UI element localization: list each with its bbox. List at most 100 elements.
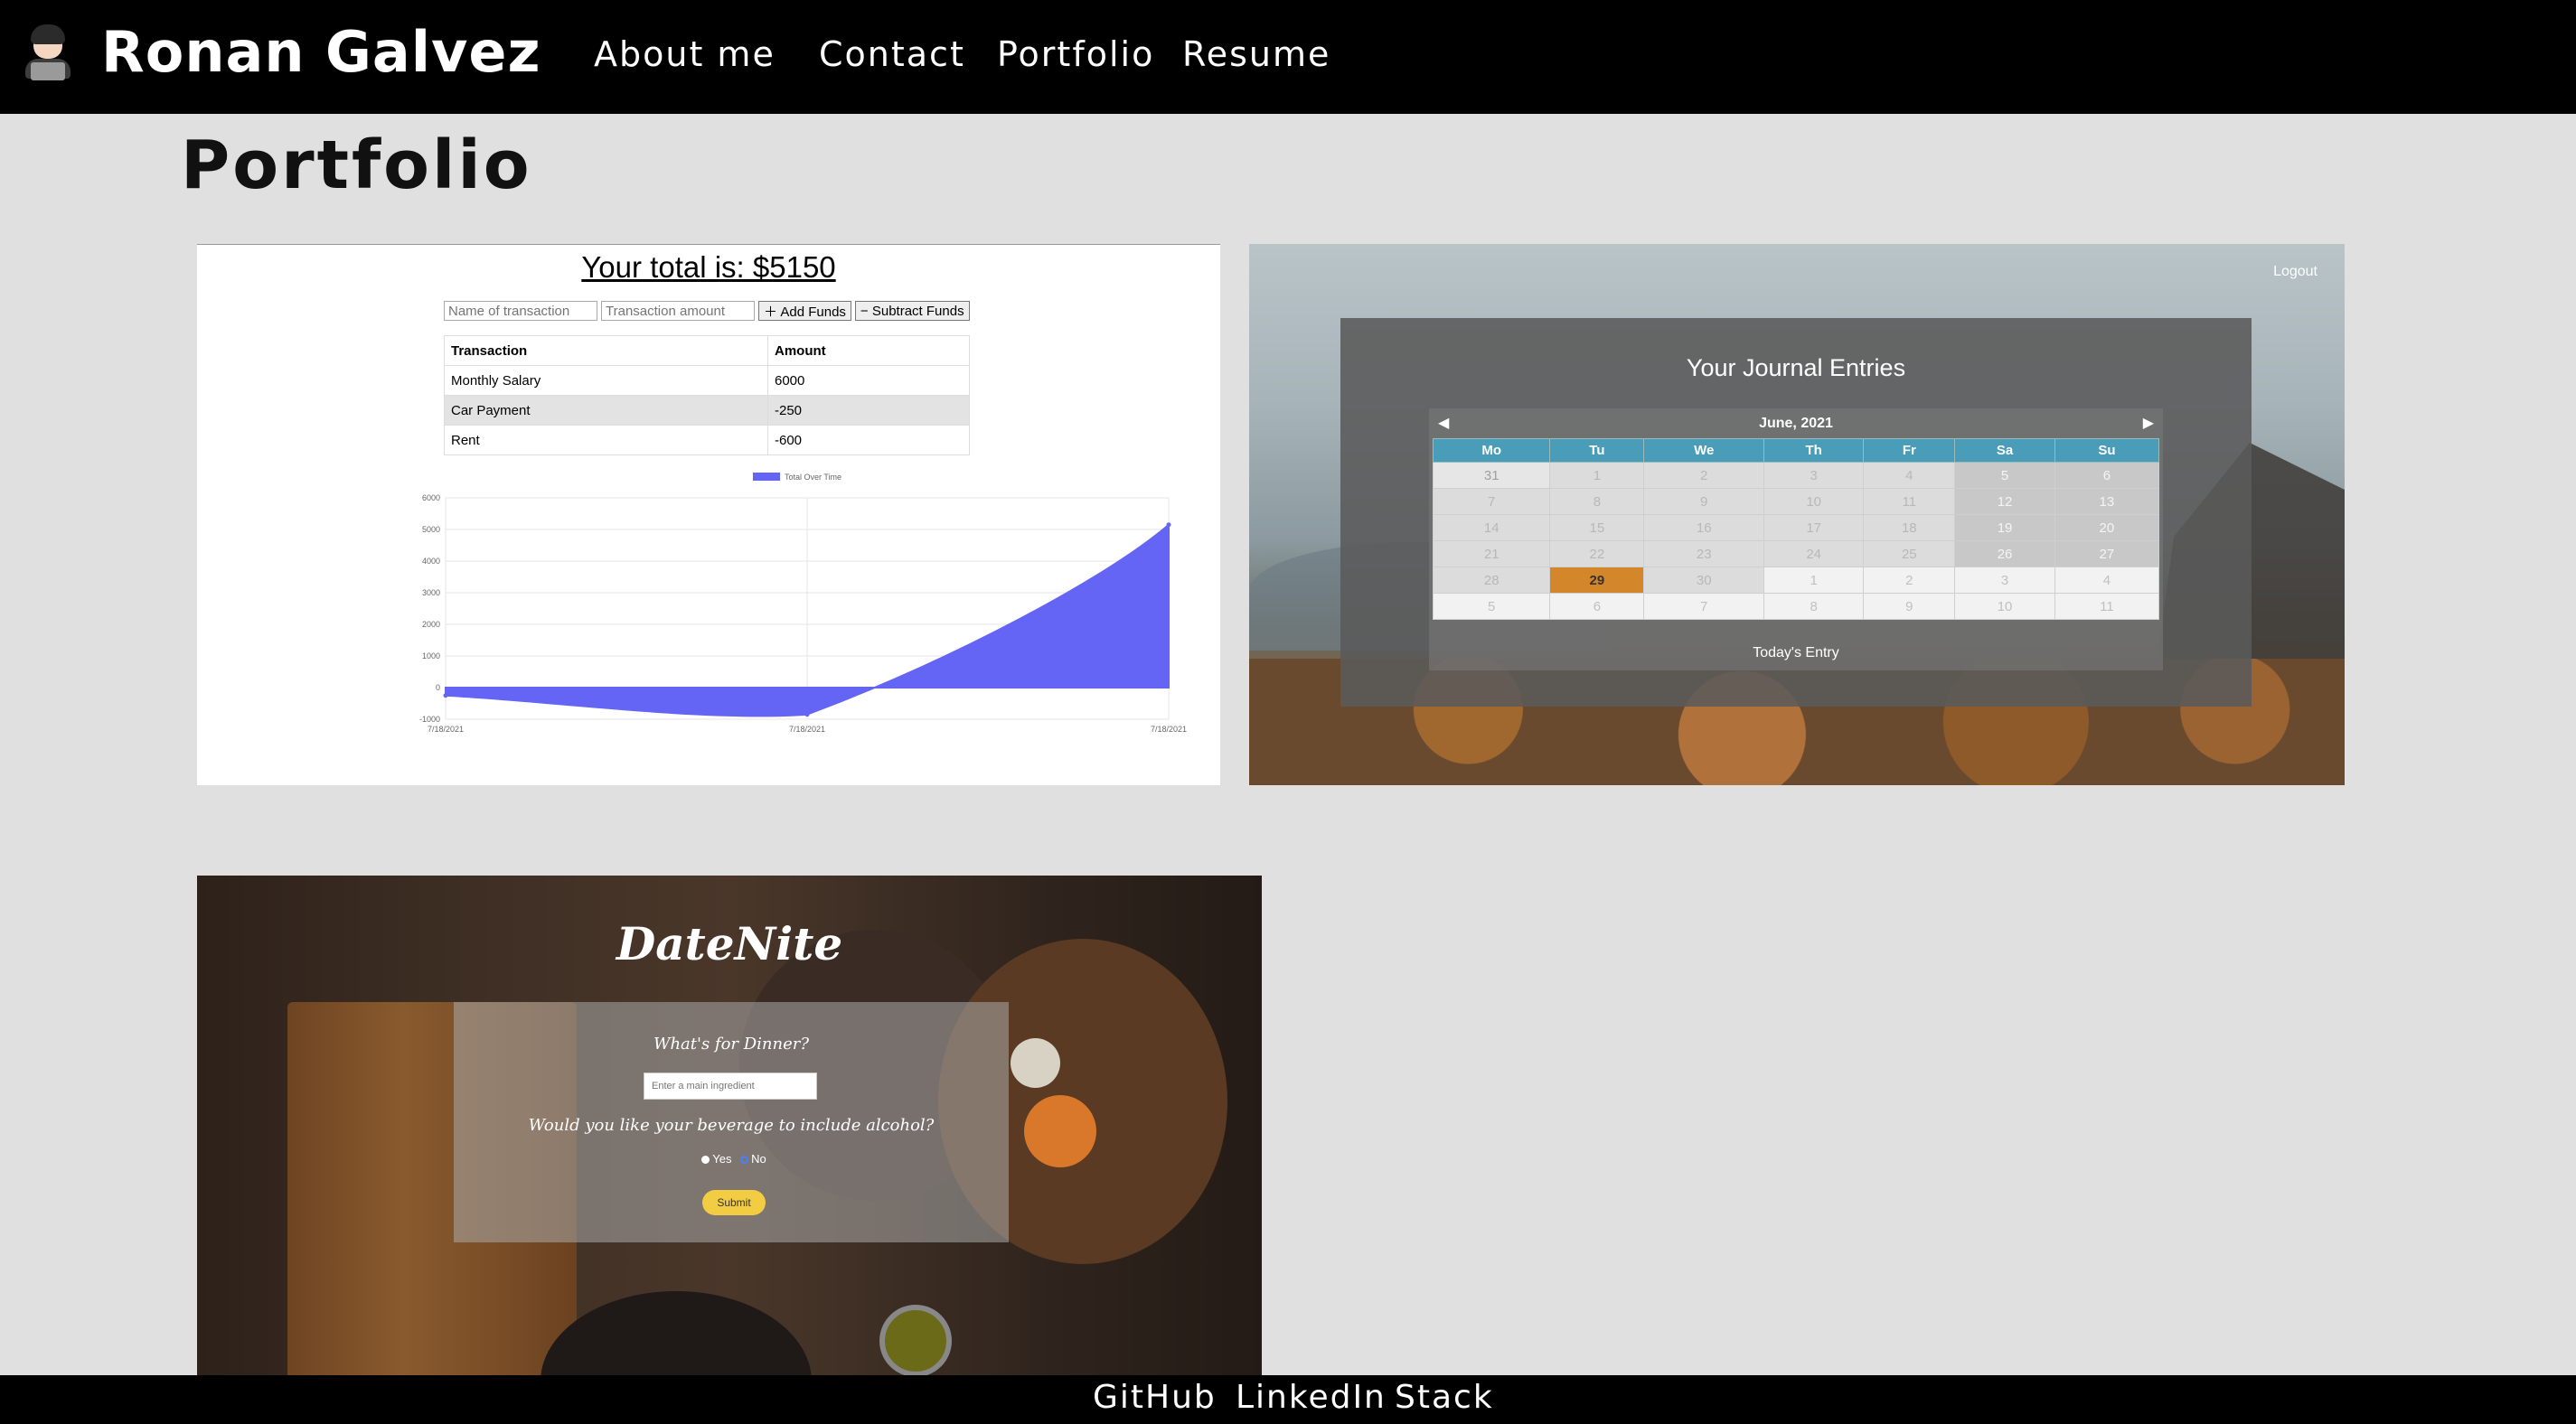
y-tick-label: 2000 <box>422 620 440 629</box>
plus-icon: ＋ <box>764 304 778 320</box>
calendar-day[interactable]: 7 <box>1432 488 1551 515</box>
brand[interactable]: Ronan Galvez <box>22 11 541 92</box>
calendar-day[interactable]: 31 <box>1432 462 1551 489</box>
calendar-day[interactable]: 30 <box>1643 567 1765 594</box>
logout-link[interactable]: Logout <box>2273 264 2317 280</box>
calendar-day[interactable]: 17 <box>1763 514 1865 541</box>
project-budget-tracker[interactable]: Your total is: $5150 ＋ Add Funds − Subtr… <box>197 244 1220 785</box>
calendar-day[interactable]: 21 <box>1432 540 1551 567</box>
no-label: No <box>751 1152 766 1166</box>
next-month-icon[interactable]: ▶ <box>2143 414 2154 431</box>
footer-linkedin-link[interactable]: LinkedIn <box>1236 1379 1387 1416</box>
calendar-day[interactable]: 26 <box>1954 540 2055 567</box>
minus-icon: − <box>860 303 869 319</box>
no-radio[interactable] <box>740 1156 749 1164</box>
calendar-day[interactable]: 10 <box>1954 593 2055 620</box>
nav-about-me[interactable]: About me <box>594 34 776 74</box>
calendar-day[interactable]: 8 <box>1549 488 1645 515</box>
calendar-day[interactable]: 9 <box>1643 488 1765 515</box>
weekday-header: Mo <box>1432 438 1551 463</box>
calendar-day[interactable]: 25 <box>1863 540 1956 567</box>
calendar-day[interactable]: 3 <box>1763 462 1865 489</box>
site-header: Ronan Galvez About me Contact Portfolio … <box>0 0 2576 114</box>
calendar-day[interactable]: 5 <box>1432 593 1551 620</box>
calendar-day[interactable]: 23 <box>1643 540 1765 567</box>
calendar-week: 28 29 30 1 2 3 4 <box>1432 567 2160 594</box>
y-tick-label: 5000 <box>422 525 440 534</box>
nav-resume[interactable]: Resume <box>1182 34 1330 74</box>
transactions-table: Transaction Amount Monthly Salary 6000 C… <box>444 335 970 455</box>
calendar-day[interactable]: 24 <box>1763 540 1865 567</box>
y-tick-label: 1000 <box>422 651 440 660</box>
calendar-day[interactable]: 29 <box>1549 567 1645 594</box>
calendar-day[interactable]: 10 <box>1763 488 1865 515</box>
yes-radio[interactable] <box>701 1156 710 1164</box>
calendar-day[interactable]: 2 <box>1643 462 1765 489</box>
weekday-header: Fr <box>1863 438 1956 463</box>
calendar-day[interactable]: 19 <box>1954 514 2055 541</box>
subtract-funds-label: Subtract Funds <box>871 303 964 319</box>
calendar-month: June, 2021 <box>1759 416 1833 431</box>
dinner-form: What's for Dinner? Would you like your b… <box>454 1002 1009 1242</box>
calendar-day[interactable]: 6 <box>2054 462 2160 489</box>
ingredient-input[interactable] <box>644 1073 817 1100</box>
calendar-day[interactable]: 1 <box>1763 567 1865 594</box>
calendar-day[interactable]: 13 <box>2054 488 2160 515</box>
calendar-day[interactable]: 9 <box>1863 593 1956 620</box>
calendar-day[interactable]: 12 <box>1954 488 2055 515</box>
add-funds-label: Add Funds <box>780 304 846 320</box>
project-journal[interactable]: Logout Your Journal Entries ◀ June, 2021… <box>1249 244 2345 785</box>
weekday-header: Su <box>2054 438 2160 463</box>
table-row: Rent -600 <box>444 425 970 455</box>
budget-controls: ＋ Add Funds − Subtract Funds <box>444 301 970 321</box>
calendar-week: 7 8 9 10 11 12 13 <box>1432 488 2160 515</box>
calendar-day[interactable]: 11 <box>1863 488 1956 515</box>
weekday-header: Sa <box>1954 438 2055 463</box>
calendar-week: 14 15 16 17 18 19 20 <box>1432 514 2160 541</box>
nav-contact[interactable]: Contact <box>819 34 965 74</box>
calendar-day[interactable]: 11 <box>2054 593 2160 620</box>
calendar-day[interactable]: 5 <box>1954 462 2055 489</box>
calendar-day[interactable]: 22 <box>1549 540 1645 567</box>
calendar-day[interactable]: 6 <box>1549 593 1645 620</box>
calendar-day[interactable]: 4 <box>1863 462 1956 489</box>
x-tick-label: 7/18/2021 <box>428 725 464 734</box>
technologist-emoji-icon <box>22 23 74 80</box>
transaction-amount-input[interactable] <box>601 301 755 321</box>
garlic-backdrop <box>1011 1038 1060 1088</box>
calendar-day[interactable]: 1 <box>1549 462 1645 489</box>
calendar-day[interactable]: 8 <box>1763 593 1865 620</box>
y-tick-label: -1000 <box>419 715 440 724</box>
transaction-name-input[interactable] <box>444 301 597 321</box>
calendar-day[interactable]: 7 <box>1643 593 1765 620</box>
calendar-header: ◀ June, 2021 ▶ <box>1429 414 2163 436</box>
calendar-day[interactable]: 28 <box>1432 567 1551 594</box>
pan-backdrop <box>541 1291 812 1375</box>
footer-stack-link[interactable]: Stack <box>1395 1379 1494 1416</box>
submit-button[interactable]: Submit <box>702 1190 766 1215</box>
site-footer: GitHub LinkedIn Stack <box>0 1375 2576 1424</box>
column-header: Transaction <box>444 335 768 366</box>
subtract-funds-button[interactable]: − Subtract Funds <box>854 301 970 321</box>
calendar-day[interactable]: 2 <box>1863 567 1956 594</box>
footer-github-link[interactable]: GitHub <box>1093 1379 1217 1416</box>
calendar-day[interactable]: 3 <box>1954 567 2055 594</box>
calendar: ◀ June, 2021 ▶ Mo Tu We Th Fr Sa Su 31 1 2 3 4 5 6 7 8… <box>1429 408 2163 670</box>
y-tick-label: 4000 <box>422 557 440 566</box>
calendar-day[interactable]: 14 <box>1432 514 1551 541</box>
add-funds-button[interactable]: ＋ Add Funds <box>758 301 851 321</box>
data-point <box>1166 522 1171 528</box>
calendar-day[interactable]: 18 <box>1863 514 1956 541</box>
calendar-day[interactable]: 20 <box>2054 514 2160 541</box>
calendar-day[interactable]: 27 <box>2054 540 2160 567</box>
nav-portfolio[interactable]: Portfolio <box>997 34 1154 74</box>
todays-entry-label[interactable]: Today's Entry <box>1429 645 2163 661</box>
calendar-week: 5 6 7 8 9 10 11 <box>1432 593 2160 620</box>
table-header-row: Transaction Amount <box>444 335 970 366</box>
transaction-name-cell: Rent <box>444 425 768 455</box>
project-datenite[interactable]: DateNite What's for Dinner? Would you li… <box>197 876 1262 1375</box>
calendar-day[interactable]: 4 <box>2054 567 2160 594</box>
calendar-day[interactable]: 15 <box>1549 514 1645 541</box>
legend-label: Total Over Time <box>785 473 841 482</box>
calendar-day[interactable]: 16 <box>1643 514 1765 541</box>
